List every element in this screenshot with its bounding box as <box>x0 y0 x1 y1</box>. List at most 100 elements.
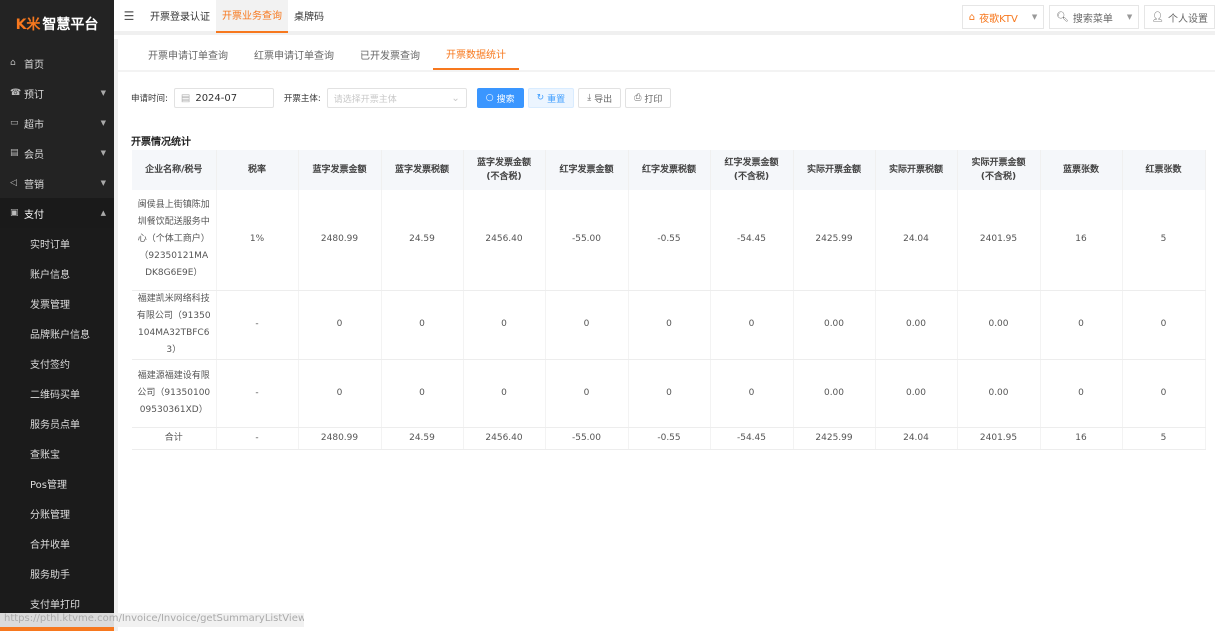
search-menu[interactable]: 🔍︎ 搜索菜单 ▼ <box>1049 5 1140 29</box>
table-cell: 0 <box>381 359 464 428</box>
sidebar-item-label: 首页 <box>24 59 44 71</box>
column-header: 蓝字发票税额 <box>381 150 464 190</box>
table-cell: 0 <box>545 290 629 360</box>
table-cell: -0.55 <box>628 427 711 450</box>
table-cell: 24.04 <box>875 427 958 450</box>
table-cell: 0 <box>1040 359 1123 428</box>
table-cell: - <box>216 427 299 450</box>
table-cell: 0 <box>381 290 464 360</box>
sidebar-item-label: 超市 <box>24 119 44 131</box>
menu-toggle-icon[interactable]: ☰ <box>114 9 144 23</box>
table-cell: 闽侯县上街镇陈加圳餐饮配送服务中心（个体工商户）（92350121MADK8G6… <box>132 190 217 291</box>
top-tab[interactable]: 桌牌码 <box>288 0 330 33</box>
sidebar-item-label: 营销 <box>24 179 44 191</box>
sidebar-subitem[interactable]: 合并收单 <box>0 528 114 558</box>
caret-down-icon: ▼ <box>100 179 106 187</box>
sidebar-item[interactable]: ▤ 会员 ▼ <box>0 138 114 168</box>
table-cell: -54.45 <box>710 190 794 291</box>
megaphone-icon: ◁ <box>10 178 17 188</box>
table-row: 福建凯米网络科技有限公司（91350104MA32TBFC63） -0 0 0 0 0 0 0… <box>132 290 1206 360</box>
sidebar-subitem[interactable]: 服务员点单 <box>0 408 114 438</box>
payment-icon: ▣ <box>10 208 19 218</box>
accent-bar <box>0 627 114 631</box>
top-tab[interactable]: 开票业务查询 <box>216 0 288 33</box>
table-cell: 2456.40 <box>463 190 546 291</box>
sidebar-item[interactable]: ◁ 营销 ▼ <box>0 168 114 198</box>
sidebar-subitem[interactable]: Pos管理 <box>0 468 114 498</box>
table-cell: -55.00 <box>545 427 629 450</box>
sidebar-item-label: 预订 <box>24 89 44 101</box>
user-icon: 👤︎ <box>1151 11 1164 23</box>
sub-tab[interactable]: 开票申请订单查询 <box>135 39 241 70</box>
table-cell: -55.00 <box>545 190 629 291</box>
export-button[interactable]: ⤓ 导出 <box>578 88 622 108</box>
sidebar-item[interactable]: ▭ 超市 ▼ <box>0 108 114 138</box>
table-cell: 24.59 <box>381 190 464 291</box>
sidebar-subitem[interactable]: 查账宝 <box>0 438 114 468</box>
store-selector[interactable]: ⌂ 夜歌KTV ▼ <box>961 5 1045 29</box>
sidebar-subitem[interactable]: 二维码买单 <box>0 378 114 408</box>
column-header: 实际开票金额 <box>793 150 876 190</box>
table-cell: 0.00 <box>793 290 876 360</box>
logo[interactable]: K米 智慧平台 <box>0 0 114 48</box>
column-header: 红字发票金额 (不含税) <box>710 150 794 190</box>
calendar-icon: ▤ <box>180 92 191 104</box>
table-cell: 福建源福建设有限公司（9135010009530361XD） <box>132 359 217 428</box>
sidebar-item-label: 会员 <box>24 149 44 161</box>
caret-down-icon: ▼ <box>100 119 106 127</box>
date-input[interactable]: ▤ 2024-07 <box>173 88 274 108</box>
sidebar-item[interactable]: ☎ 预订 ▼ <box>0 78 114 108</box>
table-cell: 0 <box>545 359 629 428</box>
stats-table: 企业名称/税号 税率 蓝字发票金额 蓝字发票税额 蓝字发票金额 (不含税) 红字发票金额红… <box>132 150 1206 450</box>
sidebar-subitem[interactable]: 发票管理 <box>0 288 114 318</box>
personal-settings[interactable]: 👤︎ 个人设置 <box>1144 5 1215 29</box>
sub-tab[interactable]: 开票数据统计 <box>433 39 519 70</box>
reset-button[interactable]: ↻ 重置 <box>527 88 575 108</box>
sidebar-item[interactable]: ⌂ 首页 <box>0 48 114 78</box>
search-button[interactable]: ○ 搜索 <box>476 88 524 108</box>
column-header: 红字发票税额 <box>628 150 711 190</box>
sidebar-item[interactable]: ▣ 支付 ▲ <box>0 198 114 228</box>
column-header: 红票张数 <box>1122 150 1206 190</box>
caret-down-icon: ▼ <box>1031 13 1038 21</box>
caret-down-icon: ▼ <box>100 89 106 97</box>
entity-select[interactable]: 请选择开票主体 ⌄ <box>326 88 467 108</box>
caret-up-icon: ▲ <box>100 209 106 217</box>
caret-down-icon: ▼ <box>100 149 106 157</box>
table-cell: 合计 <box>132 427 217 450</box>
table-cell: 0 <box>1040 290 1123 360</box>
print-button[interactable]: ⎙ 打印 <box>625 88 672 108</box>
top-tab[interactable]: 开票登录认证 <box>144 0 216 33</box>
chevron-down-icon: ⌄ <box>451 92 460 104</box>
shop-icon: ▭ <box>10 118 19 128</box>
sidebar-subitem[interactable]: 实时订单 <box>0 228 114 258</box>
home-icon: ⌂ <box>10 58 16 68</box>
table-cell: 2401.95 <box>957 427 1041 450</box>
table-cell: 2425.99 <box>793 190 876 291</box>
table-row: 福建源福建设有限公司（9135010009530361XD） -0 0 0 0 0 0 0.0… <box>132 359 1206 428</box>
table-cell: -54.45 <box>710 427 794 450</box>
sidebar-subitem[interactable]: 分账管理 <box>0 498 114 528</box>
table-cell: 16 <box>1040 190 1123 291</box>
sidebar-subitem[interactable]: 账户信息 <box>0 258 114 288</box>
search-icon: 🔍︎ <box>1056 11 1069 23</box>
table-cell: 0 <box>710 290 794 360</box>
table-cell: 0 <box>463 359 546 428</box>
table-cell: 0.00 <box>957 290 1041 360</box>
status-bar-url: https://pthl.ktvme.com/Invoice/Invoice/g… <box>0 613 304 627</box>
sidebar-subitem[interactable]: 品牌账户信息 <box>0 318 114 348</box>
top-bar: ☰ 开票登录认证 开票业务查询 桌牌码 ⌂ 夜歌KTV ▼ 🔍︎ 搜索菜单 ▼ 👤︎ 个人设置 <box>114 0 1215 35</box>
sub-tab[interactable]: 已开发票查询 <box>347 39 433 70</box>
table-cell: 0 <box>1122 290 1206 360</box>
table-cell: 0 <box>628 290 711 360</box>
table-cell: 2425.99 <box>793 427 876 450</box>
table-cell: 5 <box>1122 190 1206 291</box>
sidebar-subitem[interactable]: 服务助手 <box>0 558 114 588</box>
column-header: 税率 <box>216 150 299 190</box>
sidebar-subitem[interactable]: 支付签约 <box>0 348 114 378</box>
table-cell: 2480.99 <box>298 190 382 291</box>
column-header: 红字发票金额 <box>545 150 629 190</box>
table-cell: 2401.95 <box>957 190 1041 291</box>
sub-tab[interactable]: 红票申请订单查询 <box>241 39 347 70</box>
table-row: 闽侯县上街镇陈加圳餐饮配送服务中心（个体工商户）（92350121MADK8G6… <box>132 190 1206 291</box>
